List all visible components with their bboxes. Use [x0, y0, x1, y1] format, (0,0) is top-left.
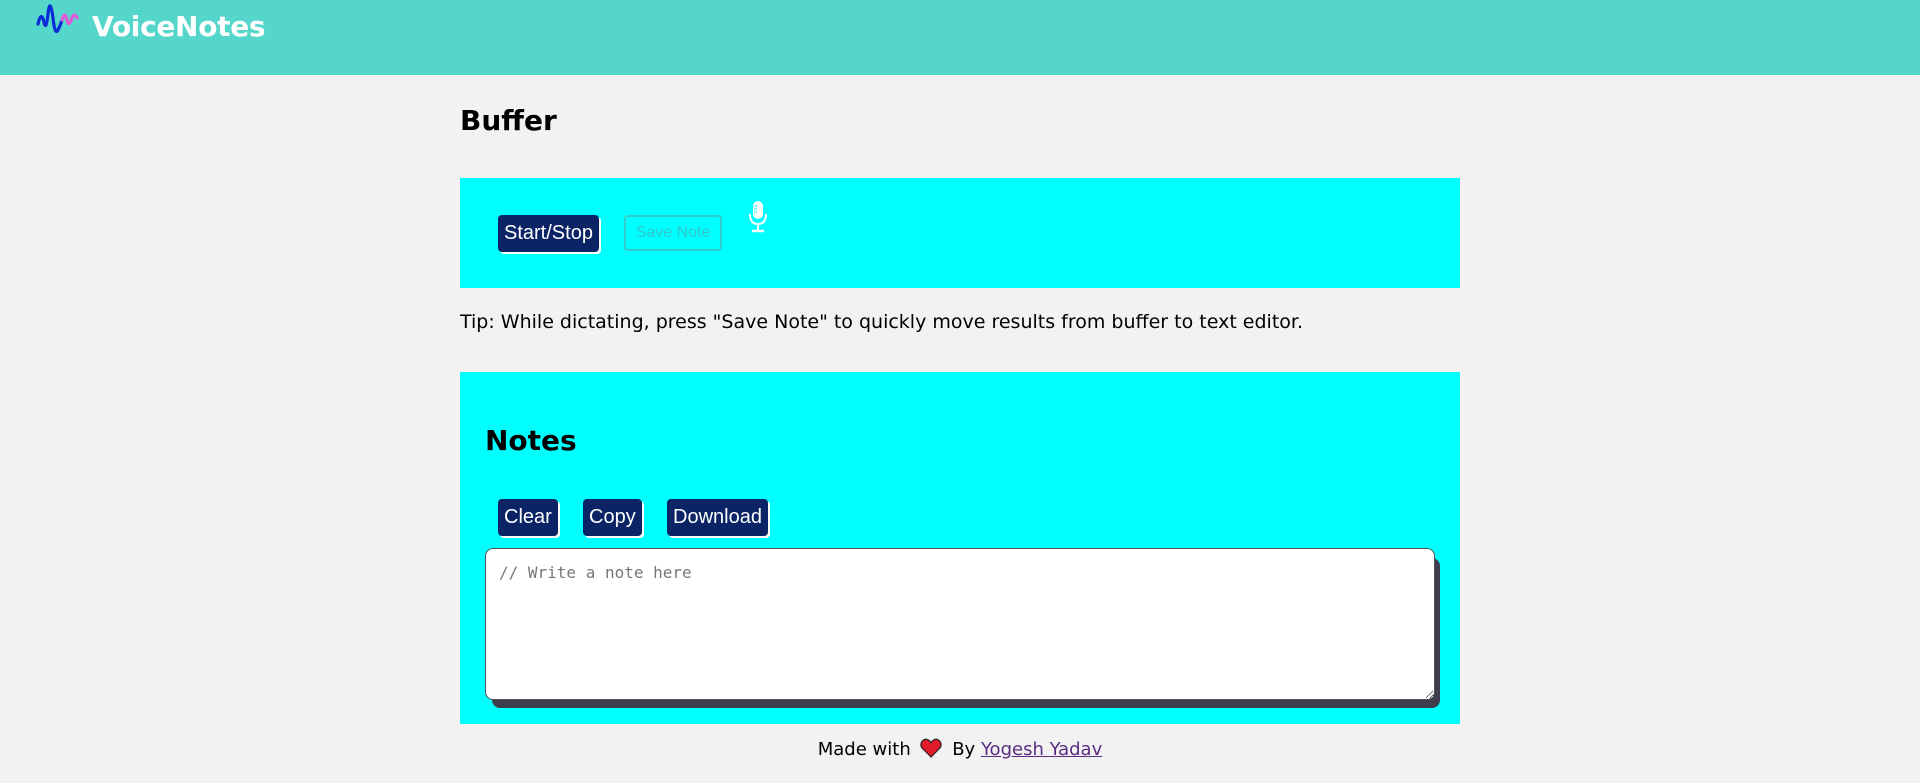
footer-by: By — [952, 739, 976, 760]
save-note-button[interactable]: Save Note — [624, 215, 722, 251]
clear-button[interactable]: Clear — [498, 499, 558, 536]
notes-panel: Notes Clear Copy Download — [460, 372, 1460, 724]
notes-title: Notes — [485, 424, 577, 457]
copy-button[interactable]: Copy — [583, 499, 642, 536]
footer: Made with By Yogesh Yadav — [0, 738, 1920, 760]
download-button[interactable]: Download — [667, 499, 768, 536]
app-name: VoiceNotes — [92, 10, 266, 43]
buffer-panel: Start/Stop Save Note — [460, 178, 1460, 288]
heart-icon — [920, 738, 943, 758]
app-header: VoiceNotes — [0, 0, 1920, 75]
tip-text: Tip: While dictating, press "Save Note" … — [460, 311, 1304, 333]
note-editor[interactable] — [485, 548, 1435, 700]
sound-wave-icon — [36, 4, 79, 34]
microphone-icon[interactable] — [747, 200, 769, 234]
buffer-title: Buffer — [460, 104, 557, 137]
author-link[interactable]: Yogesh Yadav — [981, 739, 1102, 760]
start-stop-button[interactable]: Start/Stop — [498, 215, 599, 252]
footer-made-with: Made with — [817, 739, 911, 760]
